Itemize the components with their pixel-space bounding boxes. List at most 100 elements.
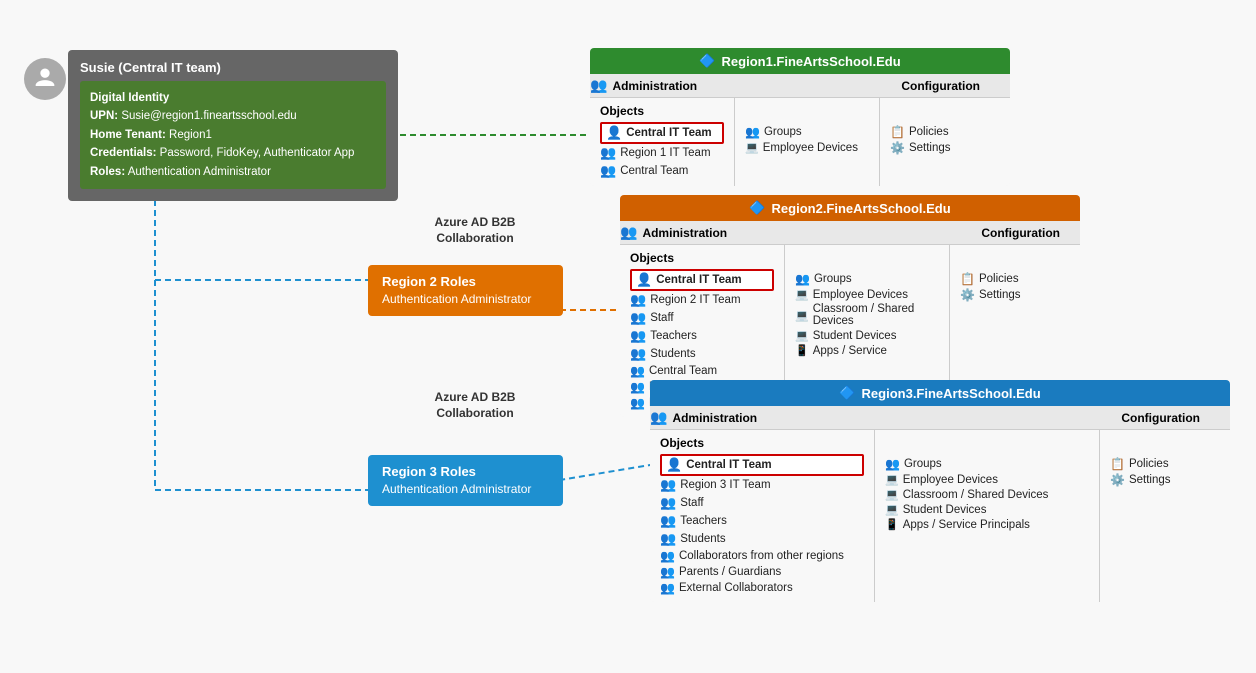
region3-apps-icon: 📱 <box>885 518 899 531</box>
home-tenant-value: Region1 <box>169 129 212 141</box>
region2-classroom-label: Classroom / Shared Devices <box>813 303 939 327</box>
region3-student-devices: 💻 Student Devices <box>885 502 1089 517</box>
region2-student-devices: 💻 Student Devices <box>795 328 939 343</box>
region3-collab-label: Collaborators from other regions <box>679 550 844 562</box>
region3-settings-icon: ⚙️ <box>1110 473 1125 487</box>
roles-label: Roles: <box>90 166 125 178</box>
roles-value: Authentication Administrator <box>128 166 271 178</box>
credentials-value: Password, FidoKey, Authenticator App <box>160 147 355 159</box>
region2-classroom-devices: 💻 Classroom / Shared Devices <box>795 302 939 328</box>
region2-apps: 📱 Apps / Service <box>795 343 939 358</box>
region3-objects: Objects 👤 Central IT Team 👥 Region 3 IT … <box>650 430 875 602</box>
region2-parents-icon: 👥 <box>630 380 645 394</box>
region1-ct-icon: 👥 <box>600 163 616 179</box>
region3-central-it-label: Central IT Team <box>686 459 771 471</box>
region3-classroom-label: Classroom / Shared Devices <box>903 489 1049 501</box>
region1-admin-bar: 👥 Administration Configuration <box>590 74 1010 98</box>
region2-item-central-team: 👥 Central Team <box>630 363 774 379</box>
region1-groups: 👥 Groups <box>745 124 869 140</box>
region1-policies: 📋 Policies <box>890 124 1000 140</box>
region3-external-icon: 👥 <box>660 581 675 595</box>
region3-item-r3-it: 👥 Region 3 IT Team <box>660 476 864 494</box>
region2-groups-label: Groups <box>814 273 852 285</box>
region2-student-label: Student Devices <box>813 330 897 342</box>
collab-label-1: Azure AD B2B Collaboration <box>395 215 555 246</box>
region3-item-collab: 👥 Collaborators from other regions <box>660 548 864 564</box>
region1-it-label: Region 1 IT Team <box>620 147 710 159</box>
region1-groups-icon: 👥 <box>745 125 760 139</box>
region3-employee-devices: 💻 Employee Devices <box>885 472 1089 487</box>
region2-staff-label: Staff <box>650 312 673 324</box>
region3-icon: 🔷 <box>839 385 855 401</box>
region2-item-r2-it: 👥 Region 2 IT Team <box>630 291 774 309</box>
region1-config-label: Configuration <box>901 79 1010 93</box>
region2-external-icon: 👥 <box>630 396 645 410</box>
region3-groups-icon: 👥 <box>885 457 900 471</box>
region3-classroom-devices: 💻 Classroom / Shared Devices <box>885 487 1089 502</box>
region3-policies-label: Policies <box>1129 458 1169 470</box>
region1-settings: ⚙️ Settings <box>890 140 1000 156</box>
region2-settings-icon: ⚙️ <box>960 288 975 302</box>
region3-right-items: 👥 Groups 💻 Employee Devices 💻 Classroom … <box>875 430 1100 602</box>
region1-devices-icon: 💻 <box>745 141 759 154</box>
region2-ct-icon: 👥 <box>630 364 645 378</box>
region3-policies: 📋 Policies <box>1110 456 1220 472</box>
susie-content: Digital Identity UPN: Susie@region1.fine… <box>80 81 386 189</box>
region1-ct-label: Central Team <box>620 165 688 177</box>
region1-admin-icon: 👥 <box>590 77 607 94</box>
region1-objects: Objects 👤 Central IT Team 👥 Region 1 IT … <box>590 98 735 186</box>
region2-item-staff: 👥 Staff <box>630 309 774 327</box>
region2-item-students: 👥 Students <box>630 345 774 363</box>
region2-emp-devices-label: Employee Devices <box>813 289 908 301</box>
region2-central-it-label: Central IT Team <box>656 274 741 286</box>
region1-item-central-team: 👥 Central Team <box>600 162 724 180</box>
region1-groups-devices: 👥 Groups 💻 Employee Devices <box>735 98 880 186</box>
region1-groups-label: Groups <box>764 126 802 138</box>
region3-config: 📋 Policies ⚙️ Settings <box>1100 430 1230 602</box>
region2-r2it-label: Region 2 IT Team <box>650 294 740 306</box>
region3-apps-label: Apps / Service Principals <box>903 519 1030 531</box>
region3-item-external: 👥 External Collaborators <box>660 580 864 596</box>
region3-roles-title: Region 3 Roles <box>382 463 549 481</box>
region1-central-it-icon: 👤 <box>606 125 622 141</box>
region3-admin-label: Administration <box>672 411 757 425</box>
region2-settings-label: Settings <box>979 289 1021 301</box>
region2-staff-icon: 👥 <box>630 310 646 326</box>
region3-item-teachers: 👥 Teachers <box>660 512 864 530</box>
region3-item-central-it: 👤 Central IT Team <box>660 454 864 476</box>
region2-item-teachers: 👥 Teachers <box>630 327 774 345</box>
region3-settings: ⚙️ Settings <box>1110 472 1220 488</box>
susie-card: Susie (Central IT team) Digital Identity… <box>68 50 398 201</box>
region3-r3it-icon: 👥 <box>660 477 676 493</box>
region3-item-staff: 👥 Staff <box>660 494 864 512</box>
region2-emp-devices-icon: 💻 <box>795 288 809 301</box>
region1-title: Region1.FineArtsSchool.Edu <box>722 54 901 69</box>
diagram: Susie (Central IT team) Digital Identity… <box>0 0 1256 673</box>
region2-admin-icon: 👥 <box>620 224 637 241</box>
region1-objects-label: Objects <box>600 104 724 118</box>
credentials-label: Credentials: <box>90 147 156 159</box>
region3-groups: 👥 Groups <box>885 456 1089 472</box>
region3-external-label: External Collaborators <box>679 582 793 594</box>
region3-roles-box: Region 3 Roles Authentication Administra… <box>368 455 563 506</box>
region3-header: 🔷 Region3.FineArtsSchool.Edu <box>650 380 1230 406</box>
region2-ct-label: Central Team <box>649 365 717 377</box>
region2-icon: 🔷 <box>749 200 765 216</box>
region1-settings-label: Settings <box>909 142 951 154</box>
upn-label: UPN: <box>90 110 118 122</box>
region2-policies-label: Policies <box>979 273 1019 285</box>
region3-staff-label: Staff <box>680 497 703 509</box>
region3-item-students: 👥 Students <box>660 530 864 548</box>
region3-students-icon: 👥 <box>660 531 676 547</box>
region3-parents-icon: 👥 <box>660 565 675 579</box>
region2-policies: 📋 Policies <box>960 271 1070 287</box>
region3-emp-devices-label: Employee Devices <box>903 474 998 486</box>
region1-policies-icon: 📋 <box>890 125 905 139</box>
region3-central-it-icon: 👤 <box>666 457 682 473</box>
avatar <box>24 58 66 100</box>
region1-panel: 🔷 Region1.FineArtsSchool.Edu 👥 Administr… <box>590 48 1010 186</box>
region2-admin-label: Administration <box>642 226 727 240</box>
collab-label-2: Azure AD B2B Collaboration <box>395 390 555 421</box>
collab-label-1-line2: Collaboration <box>395 231 555 247</box>
region2-central-it-icon: 👤 <box>636 272 652 288</box>
